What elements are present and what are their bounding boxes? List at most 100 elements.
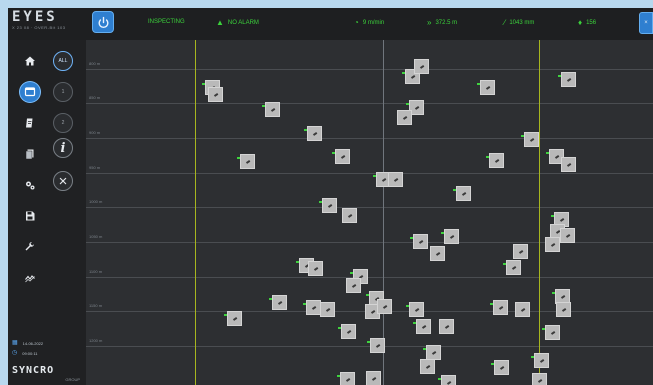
speed-value: 9 m/min bbox=[362, 20, 385, 26]
defect-marker[interactable] bbox=[303, 300, 321, 315]
grid-row-line bbox=[86, 69, 653, 70]
syncro-logo: SYNCRO GROUP bbox=[12, 365, 84, 385]
grid-row-line bbox=[86, 173, 653, 174]
status-alarm: ▲ NO ALARM bbox=[216, 19, 259, 27]
defect-map[interactable]: 800 m 850 m 900 m 950 m 1000 m 1050 m 11… bbox=[86, 40, 653, 385]
defect-marker[interactable] bbox=[237, 154, 255, 169]
nav-save-button[interactable] bbox=[20, 206, 40, 226]
defect-marker[interactable] bbox=[262, 102, 280, 117]
row-label: 1000 m bbox=[89, 199, 103, 204]
status-speed: ◔ 9 m/min bbox=[354, 19, 384, 27]
close-icon: × bbox=[58, 172, 68, 190]
filter-1-button[interactable]: 1 bbox=[53, 82, 73, 102]
defect-marker[interactable] bbox=[556, 302, 571, 317]
clock-icon: ◷ bbox=[12, 350, 18, 356]
defect-marker[interactable] bbox=[304, 126, 322, 141]
status-inspecting-text: INSPECTING bbox=[148, 19, 185, 25]
calendar-icon: ▦ bbox=[12, 340, 18, 346]
defect-marker[interactable] bbox=[410, 234, 428, 249]
nav-monitor-button[interactable] bbox=[20, 82, 40, 102]
defect-marker[interactable] bbox=[346, 278, 361, 293]
defect-marker[interactable] bbox=[558, 72, 576, 87]
close-panel-button[interactable]: × bbox=[639, 12, 653, 34]
logo-subtitle: X 23 08 · OVER-Bit 103 bbox=[12, 25, 66, 30]
pin-icon: ♦ bbox=[578, 18, 583, 27]
nav-tools-button[interactable] bbox=[20, 237, 40, 257]
status-inspecting: INSPECTING bbox=[148, 19, 185, 25]
defect-marker[interactable] bbox=[337, 372, 355, 385]
report-icon bbox=[26, 118, 33, 128]
eyes-logo: EYES X 23 08 · OVER-Bit 103 bbox=[12, 10, 88, 36]
brand-word: SYNCRO bbox=[12, 365, 55, 376]
defect-marker[interactable] bbox=[515, 302, 530, 317]
sidebar: ALL 1 2 i × ▦ 14-06-2022 ◷ 09:00:11 SYNCRO… bbox=[8, 40, 86, 385]
defect-marker[interactable] bbox=[388, 172, 403, 187]
save-icon bbox=[26, 211, 35, 221]
status-count: ♦ 156 bbox=[578, 19, 596, 27]
defect-marker[interactable] bbox=[532, 373, 547, 385]
defect-marker[interactable] bbox=[413, 319, 431, 334]
nav-report-button[interactable] bbox=[20, 113, 40, 133]
defect-marker[interactable] bbox=[531, 353, 549, 368]
defect-marker[interactable] bbox=[430, 246, 445, 261]
defect-marker[interactable] bbox=[423, 345, 441, 360]
filter-all-button[interactable]: ALL bbox=[53, 51, 73, 71]
defect-marker[interactable] bbox=[513, 244, 528, 259]
row-label: 800 m bbox=[89, 61, 101, 66]
defect-marker[interactable] bbox=[319, 198, 337, 213]
defect-marker[interactable] bbox=[453, 186, 471, 201]
grid-row-line bbox=[86, 103, 653, 104]
defect-marker[interactable] bbox=[560, 228, 575, 243]
defect-marker[interactable] bbox=[490, 300, 508, 315]
defect-marker[interactable] bbox=[269, 295, 287, 310]
grid-row-line bbox=[86, 138, 653, 139]
nav-documents-button[interactable] bbox=[20, 144, 40, 164]
defect-marker[interactable] bbox=[420, 359, 435, 374]
defect-marker[interactable] bbox=[542, 325, 560, 340]
row-label: 1200 m bbox=[89, 338, 103, 343]
defect-marker[interactable] bbox=[338, 324, 356, 339]
defect-marker[interactable] bbox=[491, 360, 509, 375]
defect-marker[interactable] bbox=[545, 237, 560, 252]
brand-subtitle: GROUP bbox=[65, 377, 80, 382]
speedometer-icon: ◔ bbox=[354, 18, 359, 27]
defect-marker[interactable] bbox=[438, 375, 456, 385]
app-window: EYES X 23 08 · OVER-Bit 103 INSPECTING ▲… bbox=[8, 8, 653, 385]
defect-marker[interactable] bbox=[406, 302, 424, 317]
defect-marker[interactable] bbox=[224, 311, 242, 326]
defect-marker[interactable] bbox=[521, 132, 539, 147]
defect-marker[interactable] bbox=[377, 299, 392, 314]
info-button[interactable]: i bbox=[53, 138, 73, 158]
nav-settings-button[interactable] bbox=[20, 175, 40, 195]
defect-marker[interactable] bbox=[342, 208, 357, 223]
power-button[interactable] bbox=[92, 11, 114, 33]
defect-marker[interactable] bbox=[332, 149, 350, 164]
monitor-icon bbox=[24, 87, 36, 97]
defect-marker[interactable] bbox=[561, 157, 576, 172]
warning-icon: ▲ bbox=[216, 18, 224, 27]
status-width: ∕ 1043 mm bbox=[504, 19, 534, 27]
guide-line-right bbox=[539, 40, 540, 385]
nav-trend-button[interactable] bbox=[20, 268, 40, 288]
datetime-block: ▦ 14-06-2022 ◷ 09:00:11 bbox=[12, 340, 43, 360]
defect-marker[interactable] bbox=[441, 229, 459, 244]
nav-home-button[interactable] bbox=[20, 51, 40, 71]
defect-marker[interactable] bbox=[320, 302, 335, 317]
filter-2-button[interactable]: 2 bbox=[53, 113, 73, 133]
defect-marker[interactable] bbox=[439, 319, 454, 334]
width-value: 1043 mm bbox=[509, 20, 535, 26]
defect-marker[interactable] bbox=[208, 87, 223, 102]
defect-marker[interactable] bbox=[414, 59, 429, 74]
clear-filter-button[interactable]: × bbox=[53, 171, 73, 191]
defect-marker[interactable] bbox=[308, 261, 323, 276]
defect-marker[interactable] bbox=[477, 80, 495, 95]
grid-row-line bbox=[86, 277, 653, 278]
defect-marker[interactable] bbox=[397, 110, 412, 125]
date-text: 14-06-2022 bbox=[22, 340, 44, 346]
defect-marker[interactable] bbox=[366, 371, 381, 385]
defect-marker[interactable] bbox=[367, 338, 385, 353]
defect-marker[interactable] bbox=[486, 153, 504, 168]
defect-marker[interactable] bbox=[503, 260, 521, 275]
row-label: 850 m bbox=[89, 95, 101, 100]
row-label: 1150 m bbox=[89, 303, 103, 308]
